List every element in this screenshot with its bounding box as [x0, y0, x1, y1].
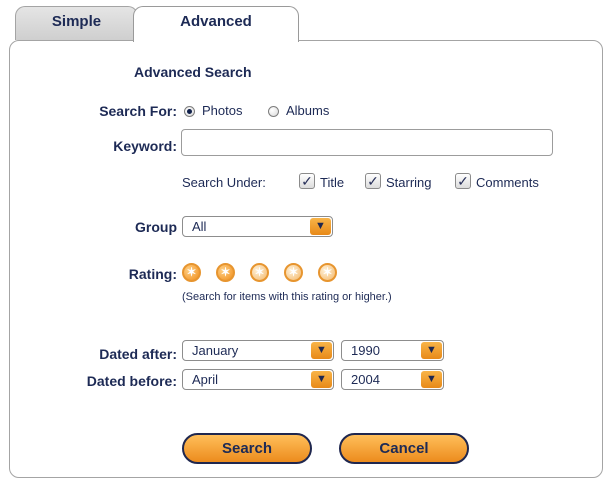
albums-label: Albums	[286, 103, 330, 118]
dated-before-month-select[interactable]: April ▼	[182, 369, 334, 390]
chevron-down-icon: ▼	[311, 371, 332, 388]
star-3-icon[interactable]: ✶	[250, 263, 269, 282]
search-for-label: Search For:	[99, 103, 177, 119]
dated-after-label: Dated after:	[99, 346, 177, 362]
dated-before-month-value: April	[192, 372, 219, 387]
tab-advanced[interactable]: Advanced	[133, 6, 299, 42]
starring-checkbox[interactable]: ✓	[365, 173, 381, 189]
dated-after-month-select[interactable]: January ▼	[182, 340, 334, 361]
rating-note: (Search for items with this rating or hi…	[182, 291, 392, 303]
tab-simple[interactable]: Simple	[15, 6, 138, 40]
tab-advanced-label: Advanced	[180, 13, 252, 30]
title-checkbox[interactable]: ✓	[299, 173, 315, 189]
comments-checkbox[interactable]: ✓	[455, 173, 471, 189]
rating-label: Rating:	[128, 266, 177, 282]
cancel-button-label: Cancel	[379, 440, 429, 457]
search-button-label: Search	[221, 440, 273, 457]
dated-before-label: Dated before:	[86, 373, 177, 389]
search-button[interactable]: Search	[182, 433, 312, 464]
star-2-icon[interactable]: ✶	[216, 263, 235, 282]
comments-checkbox-label: Comments	[476, 175, 539, 190]
albums-radio[interactable]	[268, 106, 279, 117]
group-label: Group	[135, 219, 177, 235]
group-value: All	[192, 219, 207, 234]
chevron-down-icon: ▼	[421, 342, 442, 359]
dated-before-year-value: 2004	[351, 372, 380, 387]
keyword-label: Keyword:	[113, 138, 177, 154]
chevron-down-icon: ▼	[421, 371, 442, 388]
chevron-down-icon: ▼	[310, 218, 331, 235]
group-select[interactable]: All ▼	[182, 216, 333, 237]
keyword-input[interactable]	[181, 129, 553, 156]
page-title: Advanced Search	[134, 64, 252, 80]
star-4-icon[interactable]: ✶	[284, 263, 303, 282]
chevron-down-icon: ▼	[311, 342, 332, 359]
dated-before-year-select[interactable]: 2004 ▼	[341, 369, 444, 390]
search-under-label: Search Under:	[182, 175, 266, 190]
dated-after-month-value: January	[192, 343, 239, 358]
tab-simple-label: Simple	[51, 13, 102, 30]
photos-radio[interactable]	[184, 106, 195, 117]
title-checkbox-label: Title	[320, 175, 345, 190]
photos-label: Photos	[202, 103, 243, 118]
star-1-icon[interactable]: ✶	[182, 263, 201, 282]
cancel-button[interactable]: Cancel	[339, 433, 469, 464]
dated-after-year-value: 1990	[351, 343, 380, 358]
star-5-icon[interactable]: ✶	[318, 263, 337, 282]
starring-checkbox-label: Starring	[386, 175, 432, 190]
dated-after-year-select[interactable]: 1990 ▼	[341, 340, 444, 361]
